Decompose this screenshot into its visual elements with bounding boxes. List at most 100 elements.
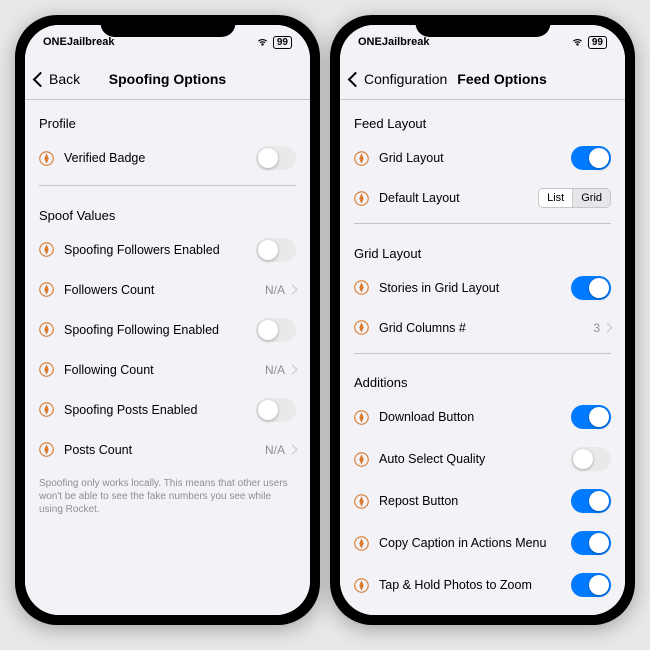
divider	[39, 185, 296, 186]
back-label: Back	[49, 71, 80, 87]
toggle-verified-badge[interactable]	[256, 146, 296, 170]
row-followers-enabled[interactable]: Spoofing Followers Enabled	[25, 229, 310, 271]
row-label: Grid Columns #	[379, 321, 593, 335]
app-icon	[39, 362, 54, 377]
app-icon	[354, 280, 369, 295]
nav-bar: Back Spoofing Options	[25, 59, 310, 100]
row-grid-layout[interactable]: Grid Layout	[340, 137, 625, 179]
row-download-button[interactable]: Download Button	[340, 396, 625, 438]
row-label: Download Button	[379, 410, 571, 424]
row-posts-count[interactable]: Posts Count N/A	[25, 431, 310, 469]
toggle-stories-grid[interactable]	[571, 276, 611, 300]
row-followers-count[interactable]: Followers Count N/A	[25, 271, 310, 309]
toggle-grid-layout[interactable]	[571, 146, 611, 170]
notch	[415, 15, 550, 37]
app-icon	[354, 410, 369, 425]
row-default-layout[interactable]: Default Layout List Grid	[340, 179, 625, 217]
row-label: Copy Caption in Actions Menu	[379, 536, 571, 550]
phone-left: ONEJailbreak 99 Back Spoofing Options Pr…	[15, 15, 320, 625]
content-area[interactable]: Profile Verified Badge Spoof Values Spoo…	[25, 100, 310, 615]
app-icon	[354, 578, 369, 593]
segmented-default-layout[interactable]: List Grid	[538, 188, 611, 208]
toggle-posts-enabled[interactable]	[256, 398, 296, 422]
app-icon	[39, 442, 54, 457]
section-header-grid-layout: Grid Layout	[340, 230, 625, 267]
row-tap-profile-zoom[interactable]: Tap & Hold Profile Photo to Zoom	[340, 606, 625, 615]
row-label: Verified Badge	[64, 151, 256, 165]
row-following-count[interactable]: Following Count N/A	[25, 351, 310, 389]
wifi-icon	[256, 37, 269, 47]
page-title: Spoofing Options	[109, 71, 226, 87]
app-icon	[354, 452, 369, 467]
carrier-label: ONEJailbreak	[43, 36, 115, 48]
chevron-right-icon	[288, 285, 298, 295]
section-header-profile: Profile	[25, 100, 310, 137]
battery-icon: 99	[588, 36, 607, 49]
segment-grid[interactable]: Grid	[573, 189, 610, 207]
toggle-tap-zoom[interactable]	[571, 573, 611, 597]
section-header-feed-layout: Feed Layout	[340, 100, 625, 137]
row-label: Spoofing Following Enabled	[64, 323, 256, 337]
battery-icon: 99	[273, 36, 292, 49]
row-value: N/A	[265, 443, 285, 457]
chevron-left-icon	[33, 71, 49, 87]
row-grid-columns[interactable]: Grid Columns # 3	[340, 309, 625, 347]
row-value: N/A	[265, 363, 285, 377]
row-label: Following Count	[64, 363, 265, 377]
carrier-label: ONEJailbreak	[358, 36, 430, 48]
row-stories-grid[interactable]: Stories in Grid Layout	[340, 267, 625, 309]
back-button[interactable]: Back	[35, 71, 80, 87]
back-label: Configuration	[364, 71, 447, 87]
toggle-followers-enabled[interactable]	[256, 238, 296, 262]
divider	[354, 353, 611, 354]
chevron-right-icon	[603, 323, 613, 333]
chevron-right-icon	[288, 365, 298, 375]
app-icon	[354, 320, 369, 335]
row-value: 3	[593, 321, 600, 335]
row-posts-enabled[interactable]: Spoofing Posts Enabled	[25, 389, 310, 431]
wifi-icon	[571, 37, 584, 47]
content-area[interactable]: Feed Layout Grid Layout Default Layout L…	[340, 100, 625, 615]
segment-list[interactable]: List	[539, 189, 573, 207]
row-label: Spoofing Posts Enabled	[64, 403, 256, 417]
row-repost[interactable]: Repost Button	[340, 480, 625, 522]
row-copy-caption[interactable]: Copy Caption in Actions Menu	[340, 522, 625, 564]
app-icon	[354, 494, 369, 509]
section-header-additions: Additions	[340, 359, 625, 396]
row-label: Default Layout	[379, 191, 538, 205]
app-icon	[39, 322, 54, 337]
row-following-enabled[interactable]: Spoofing Following Enabled	[25, 309, 310, 351]
toggle-auto-quality[interactable]	[571, 447, 611, 471]
app-icon	[354, 151, 369, 166]
divider	[354, 223, 611, 224]
notch	[100, 15, 235, 37]
phone-right: ONEJailbreak 99 Configuration Feed Optio…	[330, 15, 635, 625]
nav-bar: Configuration Feed Options	[340, 59, 625, 100]
row-label: Repost Button	[379, 494, 571, 508]
footer-note: Spoofing only works locally. This means …	[25, 469, 310, 524]
app-icon	[39, 151, 54, 166]
app-icon	[39, 242, 54, 257]
row-tap-zoom[interactable]: Tap & Hold Photos to Zoom	[340, 564, 625, 606]
row-label: Posts Count	[64, 443, 265, 457]
section-header-spoof-values: Spoof Values	[25, 192, 310, 229]
toggle-following-enabled[interactable]	[256, 318, 296, 342]
row-label: Tap & Hold Photos to Zoom	[379, 578, 571, 592]
app-icon	[354, 191, 369, 206]
app-icon	[39, 402, 54, 417]
chevron-left-icon	[348, 71, 364, 87]
app-icon	[39, 282, 54, 297]
row-label: Stories in Grid Layout	[379, 281, 571, 295]
row-label: Grid Layout	[379, 151, 571, 165]
app-icon	[354, 536, 369, 551]
row-label: Auto Select Quality	[379, 452, 571, 466]
toggle-copy-caption[interactable]	[571, 531, 611, 555]
row-auto-quality[interactable]: Auto Select Quality	[340, 438, 625, 480]
row-verified-badge[interactable]: Verified Badge	[25, 137, 310, 179]
toggle-repost[interactable]	[571, 489, 611, 513]
row-label: Spoofing Followers Enabled	[64, 243, 256, 257]
row-value: N/A	[265, 283, 285, 297]
toggle-download[interactable]	[571, 405, 611, 429]
chevron-right-icon	[288, 445, 298, 455]
back-button[interactable]: Configuration	[350, 71, 447, 87]
